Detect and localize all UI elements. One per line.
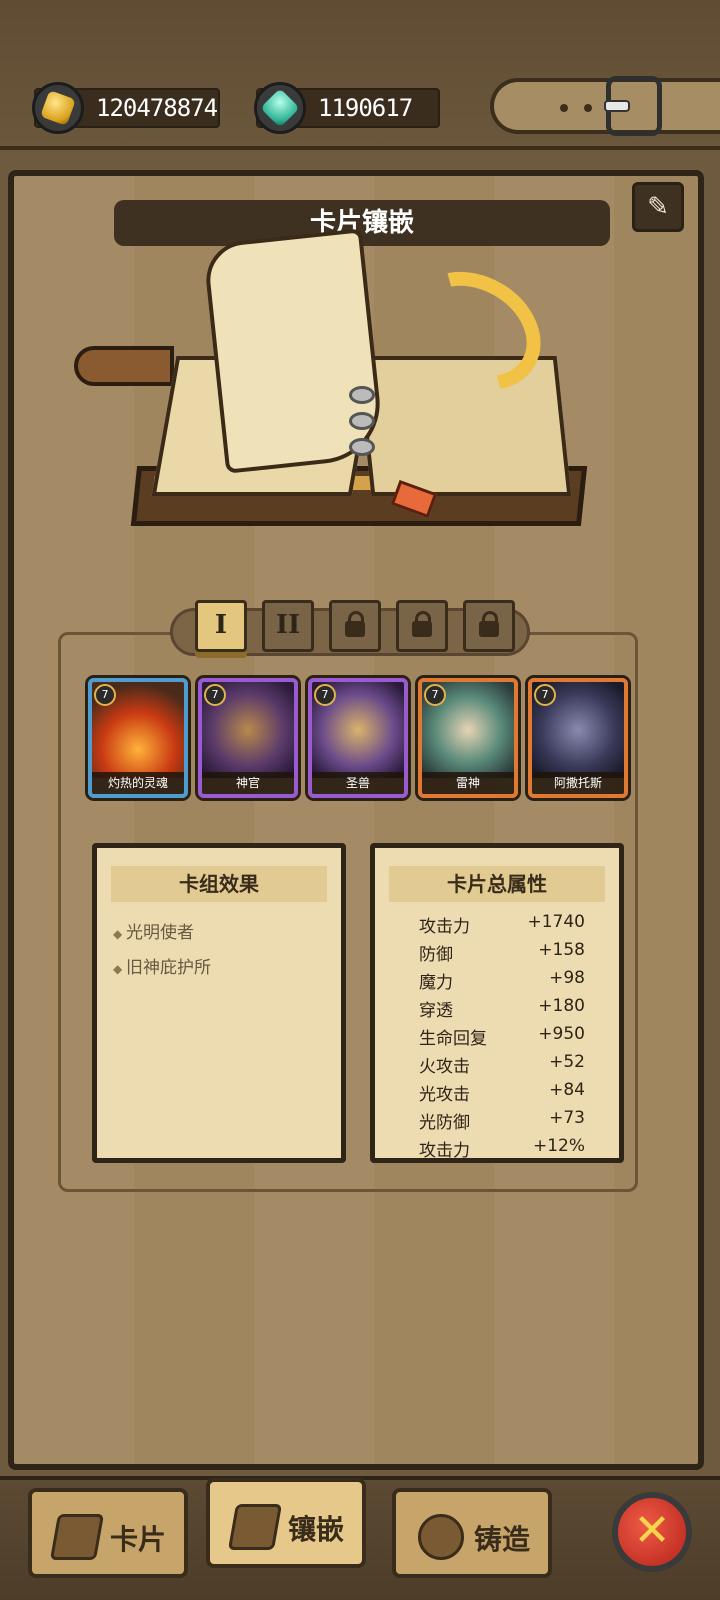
brush-icon[interactable]: ✎ xyxy=(632,182,684,232)
card-name: 灼热的灵魂 xyxy=(92,772,184,794)
top-bar: 120478874 1190617 xyxy=(0,0,720,150)
deck-tab-2[interactable]: II xyxy=(262,600,314,652)
menu-strap-button[interactable] xyxy=(490,76,720,136)
stat-row: 攻击力 +12% xyxy=(419,1136,595,1162)
lock-icon xyxy=(479,611,499,637)
gem-icon xyxy=(254,82,306,134)
close-icon: ✕ xyxy=(633,1505,671,1556)
deck-tab-1[interactable]: I xyxy=(195,600,247,652)
stat-value: +73 xyxy=(549,1108,585,1128)
stat-row: 火攻击 +52 xyxy=(419,1052,595,1080)
deck-tab-3-locked[interactable] xyxy=(329,600,381,652)
card-level-badge: 7 xyxy=(204,684,226,706)
deck-effects-title: 卡组效果 xyxy=(111,866,327,902)
stat-label: 光攻击 xyxy=(419,1085,470,1105)
nav-cards-button[interactable]: 卡片 xyxy=(28,1488,188,1578)
nav-inlay-button[interactable]: 镶嵌 xyxy=(206,1478,366,1568)
deck-effects-panel: 卡组效果 光明使者 旧神庇护所 xyxy=(92,843,346,1163)
deck-tab-label: I xyxy=(214,610,228,640)
stat-value: +1740 xyxy=(527,912,585,932)
stat-value: +158 xyxy=(538,940,585,960)
cards-icon xyxy=(49,1514,105,1560)
stat-label: 生命回复 xyxy=(419,1029,487,1049)
stat-value: +950 xyxy=(538,1024,585,1044)
nav-forge-label: 铸造 xyxy=(473,1523,530,1556)
deck-tab-label: II xyxy=(275,610,301,640)
card-name: 阿撒托斯 xyxy=(532,772,624,794)
gem-counter: 1190617 xyxy=(254,82,440,134)
card-name: 神官 xyxy=(202,772,294,794)
stat-value: +84 xyxy=(549,1080,585,1100)
card-level-badge: 7 xyxy=(534,684,556,706)
deck-tab-4-locked[interactable] xyxy=(396,600,448,652)
stat-label: 攻击力 xyxy=(419,917,470,937)
stat-label: 魔力 xyxy=(419,973,453,993)
stat-row: 光攻击 +84 xyxy=(419,1080,595,1108)
nav-forge-button[interactable]: 铸造 xyxy=(392,1488,552,1578)
card-level-badge: 7 xyxy=(314,684,336,706)
deck-effect-item: 旧神庇护所 xyxy=(113,953,211,978)
book-icon xyxy=(227,1504,283,1550)
stat-label: 穿透 xyxy=(419,1001,453,1021)
stat-value: +180 xyxy=(538,996,585,1016)
stat-label: 攻击力 xyxy=(419,1141,470,1161)
stat-row: 穿透 +180 xyxy=(419,996,595,1024)
stat-value: +12% xyxy=(532,1136,585,1156)
open-book-illustration xyxy=(74,228,594,566)
stat-value: +98 xyxy=(549,968,585,988)
stats-list[interactable]: 攻击力 +1740 防御 +158 魔力 +98 穿透 +180 生命回复 +950 火攻… xyxy=(419,912,595,1162)
gold-value: 120478874 xyxy=(96,94,218,122)
stat-row: 防御 +158 xyxy=(419,940,595,968)
stat-row: 魔力 +98 xyxy=(419,968,595,996)
gold-counter: 120478874 xyxy=(32,82,220,134)
deck-tab-5-locked[interactable] xyxy=(463,600,515,652)
stat-row: 光防御 +73 xyxy=(419,1108,595,1136)
lock-icon xyxy=(412,611,432,637)
stat-label: 火攻击 xyxy=(419,1057,470,1077)
stat-row: 生命回复 +950 xyxy=(419,1024,595,1052)
card-slot-4[interactable]: 7 雷神 xyxy=(418,678,518,798)
card-slot-2[interactable]: 7 神官 xyxy=(198,678,298,798)
stat-value: +52 xyxy=(549,1052,585,1072)
card-slot-5[interactable]: 7 阿撒托斯 xyxy=(528,678,628,798)
card-name: 雷神 xyxy=(422,772,514,794)
stat-label: 防御 xyxy=(419,945,453,965)
forge-icon xyxy=(418,1514,464,1560)
card-slot-3[interactable]: 7 圣兽 xyxy=(308,678,408,798)
nav-inlay-label: 镶嵌 xyxy=(287,1513,344,1546)
total-stats-panel: 卡片总属性 攻击力 +1740 防御 +158 魔力 +98 穿透 +180 生命回复 +… xyxy=(370,843,624,1163)
nav-cards-label: 卡片 xyxy=(109,1523,166,1556)
total-stats-title: 卡片总属性 xyxy=(389,866,605,902)
stat-row: 攻击力 +1740 xyxy=(419,912,595,940)
card-name: 圣兽 xyxy=(312,772,404,794)
card-level-badge: 7 xyxy=(94,684,116,706)
stat-label: 光防御 xyxy=(419,1113,470,1133)
gold-icon xyxy=(32,82,84,134)
deck-effect-item: 光明使者 xyxy=(113,918,211,943)
card-slot-1[interactable]: 7 灼热的灵魂 xyxy=(88,678,188,798)
card-level-badge: 7 xyxy=(424,684,446,706)
close-button[interactable]: ✕ xyxy=(612,1492,692,1572)
gem-value: 1190617 xyxy=(318,94,413,122)
lock-icon xyxy=(345,611,365,637)
